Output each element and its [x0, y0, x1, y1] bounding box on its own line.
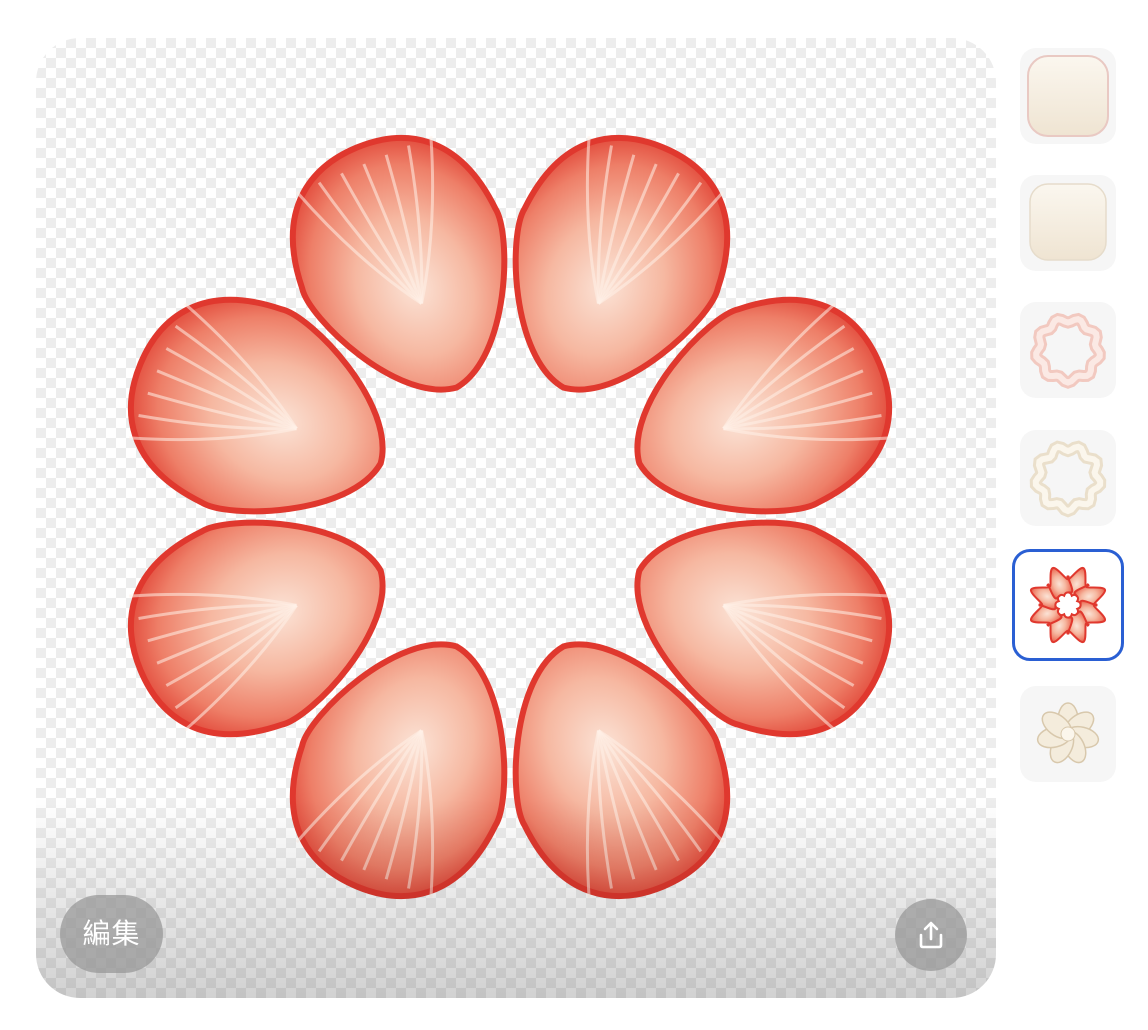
pink-ring-icon: [1030, 312, 1106, 389]
whipped-cream-icon: [1036, 702, 1100, 764]
cream-square-icon: [1027, 55, 1109, 137]
share-upload-icon: [919, 921, 943, 949]
strawberry-flower-image: [127, 134, 893, 900]
strawberry-flower-icon: [1030, 567, 1106, 643]
thumb-strawberry-flower[interactable]: [1012, 549, 1124, 661]
thumb-pink-ring[interactable]: [1020, 302, 1116, 398]
image-canvas: [36, 38, 996, 998]
sticker-sidebar: [1010, 38, 1130, 798]
cream-ring-icon: [1029, 440, 1107, 518]
thumb-cream-square-soft[interactable]: [1020, 175, 1116, 271]
thumb-whipped-cream[interactable]: [1020, 686, 1116, 782]
cream-square-icon: [1029, 183, 1107, 261]
share-button[interactable]: [895, 899, 967, 971]
thumb-cream-square-rounded[interactable]: [1020, 48, 1116, 144]
edit-button[interactable]: 編集: [60, 895, 163, 973]
thumb-cream-ring[interactable]: [1020, 430, 1116, 526]
